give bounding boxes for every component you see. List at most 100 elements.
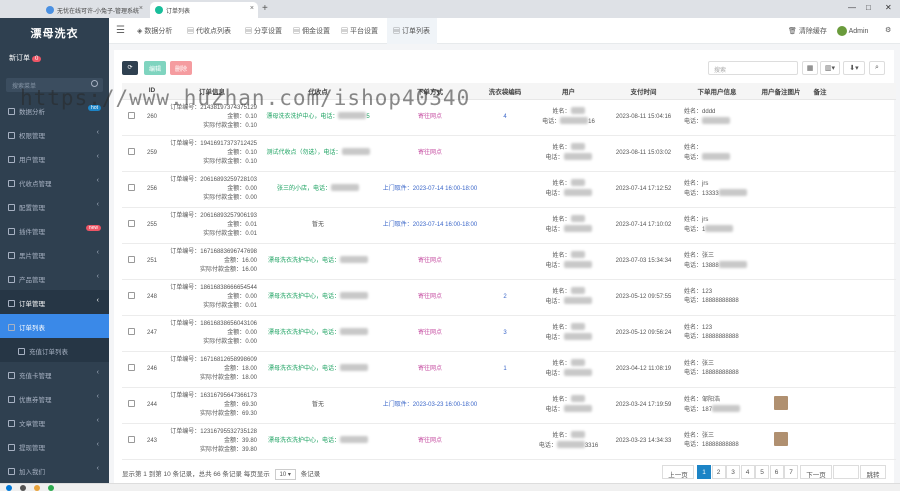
- page-number-button[interactable]: 3: [726, 465, 740, 479]
- table-row[interactable]: 248 订单编号：18616838666654544 金额：0.00 实际付款金额：0…: [122, 279, 896, 316]
- menu-toggle-icon[interactable]: ☰: [116, 25, 125, 36]
- table-row[interactable]: 247 订单编号：18616838656043106 金额：0.00 实际付款金额：0…: [122, 315, 896, 352]
- user-phone-tail: 16: [588, 119, 595, 125]
- sidebar-item[interactable]: 优惠券管理 ‹: [0, 386, 109, 410]
- maximize-icon[interactable]: □: [866, 3, 871, 12]
- browser-tab-active[interactable]: 订单列表 ×: [150, 2, 258, 18]
- select-all-cell[interactable]: [122, 83, 140, 100]
- delete-button[interactable]: 删除: [170, 61, 192, 75]
- sidebar-item[interactable]: 产品管理 ‹: [0, 266, 109, 290]
- table-row[interactable]: 260 订单编号：21438197374375129 金额：0.10 实际付款金额：0…: [122, 99, 896, 136]
- row-checkbox[interactable]: [127, 435, 135, 443]
- explorer-icon[interactable]: [34, 485, 40, 491]
- menu-search-input[interactable]: 搜索菜单: [6, 78, 103, 92]
- browser-tab[interactable]: 无忧在线可许-小兔子-管理系统 ×: [41, 2, 147, 18]
- user-image-thumbnail[interactable]: [774, 432, 788, 446]
- table-row[interactable]: 255 订单编号：20616893257906193 金额：0.01 实际付款金额：0…: [122, 207, 896, 244]
- row-checkbox[interactable]: [127, 255, 135, 263]
- page-jump-input[interactable]: [833, 465, 859, 479]
- col-order-method[interactable]: 下单方式: [376, 83, 484, 100]
- close-window-icon[interactable]: ✕: [885, 3, 892, 12]
- station-name: 漂母洗衣洗护中心，电话：: [267, 330, 340, 336]
- user-image-thumbnail[interactable]: [774, 396, 788, 410]
- tab-platform-settings[interactable]: ▤ 平台设置: [341, 26, 378, 36]
- tab-commission-settings[interactable]: ▤ 佣金设置: [293, 26, 330, 36]
- sidebar-item[interactable]: 充值订单列表: [0, 338, 109, 362]
- col-station[interactable]: 代收点: [260, 83, 376, 100]
- edit-button[interactable]: 编辑: [144, 61, 166, 75]
- row-checkbox[interactable]: [127, 183, 135, 191]
- row-checkbox[interactable]: [127, 147, 135, 155]
- sidebar-item[interactable]: 充值卡管理 ‹: [0, 362, 109, 386]
- page-number-button[interactable]: 7: [784, 465, 798, 479]
- sidebar-item[interactable]: 插件管理 new: [0, 218, 109, 242]
- export-icon[interactable]: ⬇▾: [843, 61, 865, 75]
- search-icon[interactable]: [20, 485, 26, 491]
- sidebar-item[interactable]: 加入我们 ‹: [0, 458, 109, 482]
- row-checkbox[interactable]: [127, 219, 135, 227]
- sidebar-item[interactable]: 提现管理 ‹: [0, 434, 109, 458]
- col-buyer-info[interactable]: 下单用户信息: [676, 83, 758, 100]
- refresh-button[interactable]: ⟳: [122, 61, 138, 75]
- sidebar-item[interactable]: 黑片管理 ‹: [0, 242, 109, 266]
- columns-icon[interactable]: ▥▾: [820, 61, 840, 75]
- col-id[interactable]: ID: [140, 83, 164, 100]
- prev-page-button[interactable]: 上一页: [662, 465, 694, 479]
- sidebar-item[interactable]: 订单管理 ‹: [0, 290, 109, 314]
- sidebar-item[interactable]: 数据分析 hot: [0, 98, 109, 122]
- sidebar-item[interactable]: 权限管理 ‹: [0, 122, 109, 146]
- sidebar-item[interactable]: 配置管理 ‹: [0, 194, 109, 218]
- table-search-input[interactable]: 搜索: [708, 61, 798, 75]
- page-number-button[interactable]: 2: [711, 465, 726, 479]
- tab-share-settings[interactable]: ▤ 分享设置: [245, 26, 282, 36]
- table-row[interactable]: 259 订单编号：19416917373712425 金额：0.10 实际付款金额：0…: [122, 135, 896, 172]
- chevron-left-icon: ‹: [96, 441, 99, 448]
- close-icon[interactable]: ×: [139, 5, 143, 12]
- table-row[interactable]: 243 订单编号：12316795532735128 金额：39.80 实际付款金额：…: [122, 423, 896, 460]
- sidebar-item[interactable]: 订单列表: [0, 314, 109, 338]
- chrome-icon[interactable]: [48, 485, 54, 491]
- table-row[interactable]: 256 订单编号：20616893259728103 金额：0.00 实际付款金额：0…: [122, 171, 896, 208]
- start-icon[interactable]: [6, 485, 12, 491]
- col-user-images[interactable]: 用户备注图片: [758, 83, 804, 100]
- settings-icon[interactable]: ⚙: [885, 26, 891, 34]
- lock-icon: [8, 132, 15, 139]
- row-checkbox[interactable]: [127, 111, 135, 119]
- table-row[interactable]: 251 订单编号：16716883696747698 金额：16.00 实际付款金额：…: [122, 243, 896, 280]
- sidebar-item[interactable]: 代收点管理 ‹: [0, 170, 109, 194]
- toggle-view-icon[interactable]: ▦: [802, 61, 818, 75]
- tab-order-list[interactable]: ▤ 订单列表: [387, 18, 437, 44]
- page-size-value: 10: [279, 472, 287, 478]
- sidebar-item[interactable]: 文章管理 ‹: [0, 410, 109, 434]
- table-row[interactable]: 246 订单编号：16716812658998609 金额：18.00 实际付款金额：…: [122, 351, 896, 388]
- row-checkbox[interactable]: [127, 363, 135, 371]
- page-number-button[interactable]: 1: [697, 465, 711, 479]
- col-remark[interactable]: 备注: [804, 83, 836, 100]
- close-icon[interactable]: ×: [250, 5, 254, 12]
- row-checkbox[interactable]: [127, 399, 135, 407]
- page-number-button[interactable]: 4: [740, 465, 755, 479]
- col-bag-code[interactable]: 洗衣袋编码: [484, 83, 526, 100]
- col-user[interactable]: 用户: [526, 83, 611, 100]
- minimize-icon[interactable]: —: [848, 3, 856, 12]
- new-order-link[interactable]: 新订单 0: [0, 44, 109, 74]
- sidebar-item[interactable]: 用户管理 ‹: [0, 146, 109, 170]
- clear-cache-button[interactable]: 🗑 清除缓存: [788, 26, 827, 36]
- table-row[interactable]: 244 订单编号：16316795647366173 金额：69.30 实际付款金额：…: [122, 387, 896, 424]
- order-info: 订单编号：16716812658998609 金额：18.00 实际付款金额：18.…: [164, 351, 260, 388]
- page-number-button[interactable]: 6: [769, 465, 784, 479]
- col-order-info[interactable]: 订单信息: [164, 83, 260, 100]
- row-checkbox[interactable]: [127, 327, 135, 335]
- jump-button[interactable]: 跳转: [860, 465, 886, 479]
- new-tab-icon[interactable]: +: [262, 3, 268, 14]
- row-checkbox[interactable]: [127, 291, 135, 299]
- tab-data-analysis[interactable]: ◈ 数据分析: [137, 26, 172, 36]
- advanced-search-icon[interactable]: ⌕: [869, 61, 885, 75]
- order-info: 订单编号：16316795647366173 金额：69.30 实际付款金额：69.…: [164, 387, 260, 424]
- col-pay-time[interactable]: 支付时间: [611, 83, 676, 100]
- page-number-button[interactable]: 5: [755, 465, 769, 479]
- page-size-select[interactable]: 10 ▾: [274, 469, 296, 480]
- next-page-button[interactable]: 下一页: [800, 465, 832, 479]
- user-menu[interactable]: Admin: [837, 26, 868, 36]
- tab-station-list[interactable]: ▤ 代收点列表: [187, 26, 231, 36]
